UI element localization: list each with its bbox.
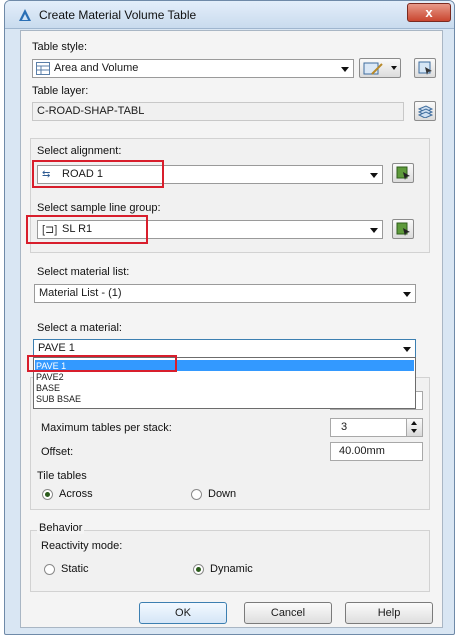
chevron-down-icon [403, 347, 411, 352]
across-radio[interactable] [42, 489, 53, 500]
down-label: Down [208, 488, 237, 500]
offset-value: 40.00mm [339, 445, 385, 457]
across-label: Across [59, 488, 93, 500]
static-label: Static [61, 563, 89, 575]
sample-line-group-highlight [26, 215, 148, 244]
tile-tables-label: Tile tables [37, 470, 87, 482]
max-tables-value: 3 [341, 421, 348, 433]
alignment-highlight [32, 160, 164, 188]
pick-icon [418, 61, 432, 75]
max-tables-label: Maximum tables per stack: [41, 422, 172, 434]
pick-table-style-button[interactable] [414, 58, 436, 78]
table-style-select[interactable]: Area and Volume [32, 59, 354, 78]
material-value: PAVE 1 [38, 342, 75, 354]
pick-icon [396, 222, 410, 236]
chevron-down-icon [370, 228, 378, 233]
pick-icon [396, 166, 410, 180]
table-style-label: Table style: [32, 41, 88, 53]
offset-label: Offset: [41, 446, 74, 458]
close-button[interactable]: x [407, 3, 451, 22]
table-layer-label: Table layer: [32, 85, 89, 97]
table-layer-value: C-ROAD-SHAP-TABL [37, 105, 145, 117]
max-tables-stepper[interactable]: 3 [330, 418, 423, 437]
down-radio[interactable] [191, 489, 202, 500]
table-layer-field: C-ROAD-SHAP-TABL [32, 102, 404, 121]
app-logo-icon [19, 9, 31, 21]
chevron-down-icon [370, 173, 378, 178]
behavior-header: Behavior [37, 522, 85, 534]
pick-sample-line-group-button[interactable] [392, 219, 414, 239]
layers-icon [418, 105, 433, 118]
sample-line-group-label: Select sample line group: [37, 202, 161, 214]
chevron-down-icon [391, 66, 397, 70]
material-label: Select a material: [37, 322, 122, 334]
style-edit-icon [363, 62, 383, 75]
material-list-value: Material List - (1) [39, 287, 122, 299]
table-style-value: Area and Volume [54, 62, 139, 74]
material-option-highlight [27, 355, 177, 372]
alignment-label: Select alignment: [37, 145, 122, 157]
help-button[interactable]: Help [345, 602, 433, 624]
pick-alignment-button[interactable] [392, 163, 414, 183]
layer-button[interactable] [414, 101, 436, 121]
ok-button[interactable]: OK [139, 602, 227, 624]
material-option[interactable]: BASE [36, 383, 60, 393]
cancel-button[interactable]: Cancel [244, 602, 332, 624]
chevron-down-icon [341, 67, 349, 72]
window-title: Create Material Volume Table [39, 8, 197, 22]
material-list-label: Select material list: [37, 266, 130, 278]
chevron-down-icon[interactable] [411, 429, 417, 433]
dynamic-radio[interactable] [193, 564, 204, 575]
spin-buttons[interactable] [406, 419, 422, 436]
static-radio[interactable] [44, 564, 55, 575]
material-option[interactable]: SUB BSAE [36, 394, 81, 404]
edit-table-style-button[interactable] [359, 58, 401, 78]
dynamic-label: Dynamic [210, 563, 253, 575]
offset-field[interactable]: 40.00mm [330, 442, 423, 461]
title-bar[interactable]: Create Material Volume Table x [5, 1, 454, 29]
table-style-icon [36, 62, 50, 75]
material-option[interactable]: PAVE2 [36, 372, 64, 382]
chevron-up-icon[interactable] [411, 421, 417, 425]
chevron-down-icon [403, 292, 411, 297]
material-list-select[interactable]: Material List - (1) [34, 284, 416, 303]
reactivity-mode-label: Reactivity mode: [41, 540, 123, 552]
